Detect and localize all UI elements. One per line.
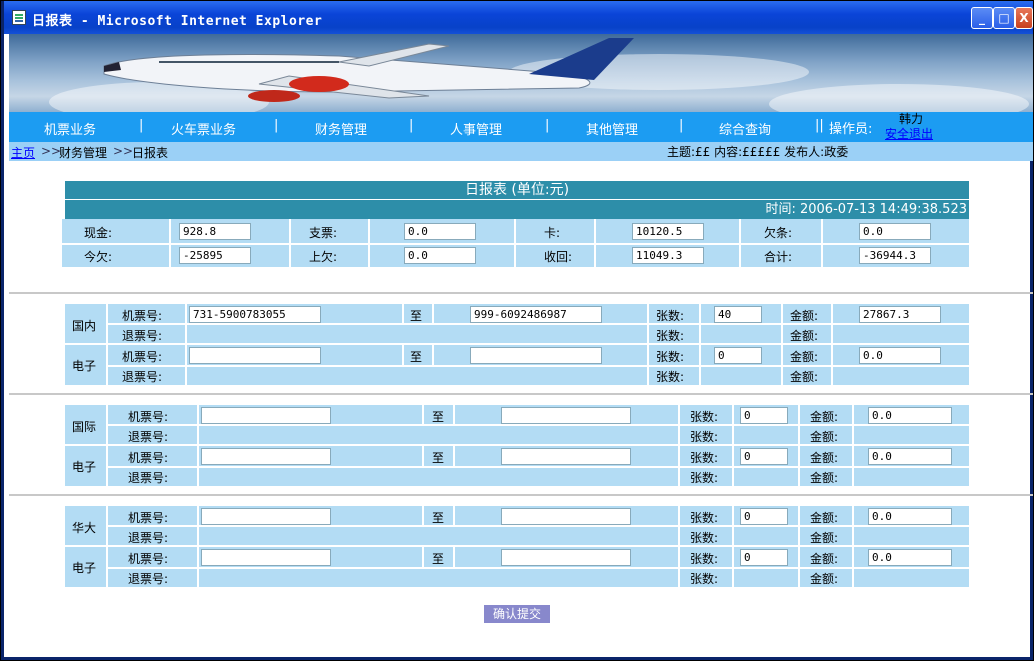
intl-count-field[interactable]: 0 [740, 407, 788, 424]
ticket-no-label: 机票号: [122, 309, 163, 323]
domestic-ticket-to[interactable]: 999-6092486987 [470, 306, 602, 323]
breadcrumb: 主页 >> 财务管理 >> 日报表 主题:££ 内容:£££££ 发布人:政委 [9, 142, 1033, 161]
owed-today-label: 今欠: [84, 250, 113, 264]
iou-label: 欠条: [764, 226, 793, 240]
section-divider [9, 292, 1033, 294]
intl-e-ticket-from[interactable] [201, 448, 331, 465]
operator-label: 操作员: [829, 122, 873, 137]
international-label: 国际 [72, 420, 97, 434]
domestic-e-amount-field[interactable]: 0.0 [859, 347, 941, 364]
domestic-amount-field[interactable]: 27867.3 [859, 306, 941, 323]
huada-e-ticket-from[interactable] [201, 549, 331, 566]
check-field[interactable]: 0.0 [404, 223, 476, 240]
nav-other[interactable]: 其他管理 [586, 119, 638, 138]
owed-prev-field[interactable]: 0.0 [404, 247, 476, 264]
intl-ticket-from[interactable] [201, 407, 331, 424]
logout-link[interactable]: 安全退出 [885, 125, 933, 142]
huada-ticket-to[interactable] [501, 508, 631, 525]
nav-query[interactable]: 综合查询 [719, 119, 771, 138]
browser-window: 日报表 - Microsoft Internet Explorer _ □ X … [1, 1, 1033, 660]
report-time: 时间: 2006-07-13 14:49:38.523 [65, 200, 969, 219]
ie-page-icon [12, 10, 26, 25]
breadcrumb-home[interactable]: 主页 [11, 144, 35, 161]
check-label: 支票: [309, 226, 338, 240]
domestic-label: 国内 [72, 319, 97, 333]
huada-amount-field[interactable]: 0.0 [868, 508, 952, 525]
amount-label: 金额: [790, 309, 819, 323]
window-title: 日报表 - Microsoft Internet Explorer [32, 14, 323, 29]
huada-e-ticket-to[interactable] [501, 549, 631, 566]
owed-prev-label: 上欠: [309, 250, 338, 264]
recovered-label: 收回: [544, 250, 573, 264]
airplane-banner [9, 34, 1033, 112]
recovered-field[interactable]: 11049.3 [632, 247, 704, 264]
huada-label: 华大 [72, 521, 97, 535]
owed-today-field[interactable]: -25895 [179, 247, 251, 264]
electronic-label: 电子 [72, 359, 97, 373]
domestic-count-field[interactable]: 40 [714, 306, 762, 323]
nav-personnel[interactable]: 人事管理 [450, 119, 502, 138]
maximize-button[interactable]: □ [993, 7, 1015, 29]
domestic-e-count-field[interactable]: 0 [714, 347, 762, 364]
iou-field[interactable]: 0.0 [859, 223, 931, 240]
card-label: 卡: [544, 226, 561, 240]
close-button[interactable]: X [1015, 7, 1033, 29]
huada-e-amount-field[interactable]: 0.0 [868, 549, 952, 566]
domestic-ticket-from[interactable]: 731-5900783055 [189, 306, 321, 323]
cash-field[interactable]: 928.8 [179, 223, 251, 240]
total-label: 合计: [764, 250, 793, 264]
nav-train-ticket[interactable]: 火车票业务 [171, 119, 236, 138]
airplane-image [103, 38, 634, 102]
breadcrumb-daily-report: 日报表 [132, 146, 169, 160]
breadcrumb-finance: 财务管理 [59, 146, 108, 160]
intl-e-count-field[interactable]: 0 [740, 448, 788, 465]
intl-e-ticket-to[interactable] [501, 448, 631, 465]
total-field[interactable]: -36944.3 [859, 247, 931, 264]
card-field[interactable]: 10120.5 [632, 223, 704, 240]
nav-finance[interactable]: 财务管理 [315, 119, 367, 138]
huada-ticket-from[interactable] [201, 508, 331, 525]
submit-button[interactable]: 确认提交 [484, 605, 550, 623]
intl-ticket-to[interactable] [501, 407, 631, 424]
intl-amount-field[interactable]: 0.0 [868, 407, 952, 424]
intl-e-amount-field[interactable]: 0.0 [868, 448, 952, 465]
nav-ticket-business[interactable]: 机票业务 [44, 119, 96, 138]
huada-e-count-field[interactable]: 0 [740, 549, 788, 566]
to-label: 至 [410, 309, 423, 323]
huada-count-field[interactable]: 0 [740, 508, 788, 525]
title-bar: 日报表 - Microsoft Internet Explorer _ □ X [4, 1, 1033, 34]
count-label: 张数: [656, 309, 685, 323]
report-title: 日报表 (单位:元) [65, 181, 969, 199]
domestic-e-ticket-to[interactable] [470, 347, 602, 364]
notice-text: 主题:££ 内容:£££££ 发布人:政委 [667, 145, 849, 159]
refund-no-label: 退票号: [122, 329, 163, 343]
domestic-e-ticket-from[interactable] [189, 347, 321, 364]
minimize-button[interactable]: _ [971, 7, 993, 29]
cash-label: 现金: [84, 226, 113, 240]
main-nav: 机票业务 | 火车票业务 | 财务管理 | 人事管理 | 其他管理 | 综合查询… [9, 112, 1033, 142]
